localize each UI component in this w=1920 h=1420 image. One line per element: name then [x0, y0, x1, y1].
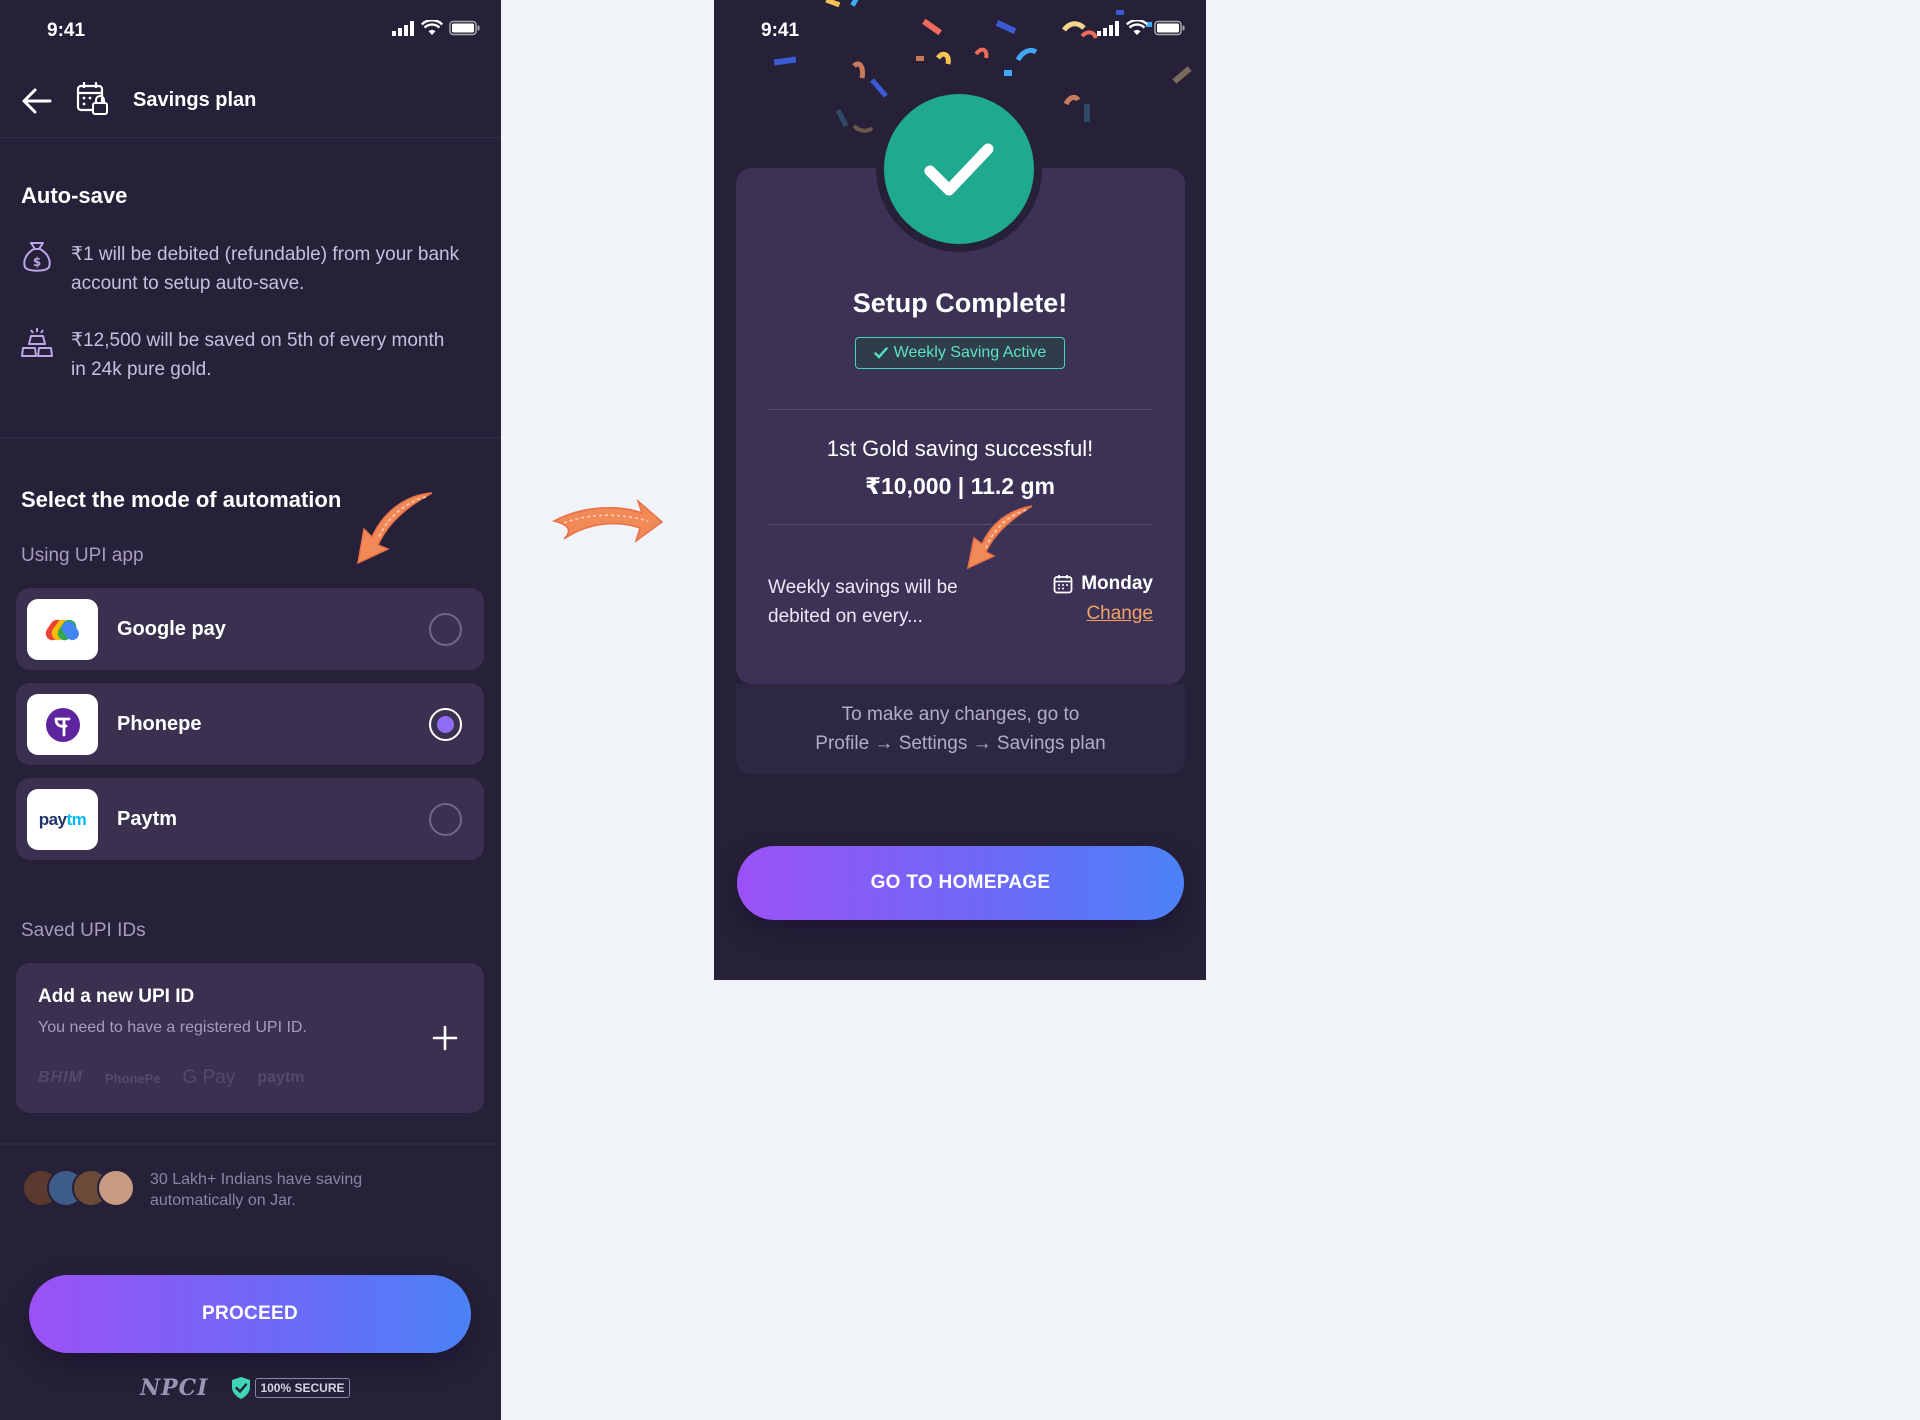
phonepe-faded-logo: PhonePe	[104, 1070, 161, 1086]
wifi-icon	[421, 20, 443, 35]
wifi-icon	[1126, 20, 1148, 35]
upi-provider-logos: BHIM PhonePe G Pay paytm	[38, 1067, 304, 1089]
calendar-icon	[1053, 575, 1073, 594]
add-upi-title: Add a new UPI ID	[38, 986, 195, 1007]
paytm-faded-logo: paytm	[257, 1069, 305, 1086]
day-line: Monday	[1053, 573, 1153, 595]
check-icon	[873, 347, 888, 359]
google-pay-icon	[45, 619, 79, 640]
upi-option-name: Google pay	[117, 618, 226, 640]
radio-button[interactable]	[429, 613, 462, 646]
paytm-logo: paytm	[27, 789, 98, 850]
shield-check-icon	[232, 1377, 251, 1399]
gpay-faded-logo: G Pay	[182, 1067, 236, 1088]
checkmark-icon	[924, 143, 994, 196]
avatar	[97, 1169, 135, 1207]
automation-mode-title: Select the mode of automation	[21, 487, 342, 512]
gold-bars-icon	[21, 328, 53, 357]
paytm-icon: paytm	[39, 810, 87, 830]
upi-option-name: Phonepe	[117, 713, 202, 735]
autosave-schedule-text: ₹12,500 will be saved on 5th of every mo…	[71, 330, 445, 380]
savings-day: Monday Change	[1053, 573, 1153, 625]
section-divider	[0, 437, 501, 439]
add-upi-card[interactable]: Add a new UPI ID You need to have a regi…	[16, 963, 484, 1113]
secure-text: 100% SECURE	[255, 1378, 350, 1398]
google-pay-logo	[27, 599, 98, 660]
change-day-link[interactable]: Change	[1086, 603, 1153, 625]
section-divider	[0, 1143, 501, 1145]
paytm-logo-tm: tm	[66, 809, 87, 829]
paytm-logo-pay: pay	[38, 809, 67, 829]
upi-app-label: Using UPI app	[21, 545, 144, 566]
signal-icon	[1097, 21, 1119, 36]
annotation-arrow-icon	[357, 492, 433, 565]
security-badges: NPCI 100% SECURE	[140, 1375, 350, 1401]
app-header: Savings plan	[0, 62, 501, 138]
proceed-button[interactable]: PROCEED	[29, 1275, 471, 1353]
annotation-arrow-icon	[966, 505, 1033, 570]
avatar-group	[22, 1169, 137, 1209]
calendar-lock-icon	[76, 82, 108, 115]
status-icons	[391, 20, 481, 36]
plus-icon[interactable]	[432, 1025, 458, 1051]
status-time: 9:41	[47, 20, 86, 41]
add-upi-subtitle: You need to have a registered UPI ID.	[38, 1019, 307, 1036]
phonepe-icon	[45, 707, 80, 742]
go-to-homepage-button[interactable]: GO TO HOMEPAGE	[737, 846, 1184, 920]
radio-button[interactable]	[429, 803, 462, 836]
secure-badge: 100% SECURE	[230, 1376, 350, 1400]
battery-icon	[449, 20, 480, 36]
card-divider	[768, 409, 1153, 410]
status-bar: 9:41	[0, 0, 501, 60]
back-arrow-icon[interactable]	[20, 84, 54, 118]
money-bag-icon: $	[23, 242, 51, 272]
savings-plan-screen: 9:41 Savings plan Auto-save $ ₹1 will be…	[0, 0, 501, 1420]
settings-hint-line1: To make any changes, go to	[841, 704, 1080, 725]
phonepe-logo	[27, 694, 98, 755]
upi-option-paytm[interactable]: paytm Paytm	[16, 778, 484, 860]
setup-complete-title: Setup Complete!	[852, 288, 1068, 318]
badge-text: Weekly Saving Active	[893, 344, 1047, 361]
autosave-debit-info: $ ₹1 will be debited (refundable) from y…	[21, 240, 461, 300]
battery-icon	[1154, 20, 1185, 36]
gold-amount: ₹10,000 | 11.2 gm	[865, 473, 1055, 499]
status-icons	[1096, 20, 1186, 36]
upi-option-phonepe[interactable]: Phonepe	[16, 683, 484, 765]
autosave-title: Auto-save	[21, 183, 128, 208]
settings-hint: To make any changes, go to Profile → Set…	[736, 684, 1185, 774]
weekly-saving-active-badge: Weekly Saving Active	[855, 337, 1065, 369]
status-time: 9:41	[761, 20, 800, 41]
signal-icon	[392, 21, 414, 36]
gold-success-text: 1st Gold saving successful!	[826, 436, 1094, 461]
autosave-schedule-info: ₹12,500 will be saved on 5th of every mo…	[21, 326, 461, 386]
upi-option-google-pay[interactable]: Google pay	[16, 588, 484, 670]
page-title: Savings plan	[133, 89, 257, 111]
upi-option-name: Paytm	[117, 808, 178, 830]
autosave-debit-text: ₹1 will be debited (refundable) from you…	[71, 244, 460, 294]
social-proof: 30 Lakh+ Indians have saving automatical…	[22, 1165, 482, 1215]
saved-upi-label: Saved UPI IDs	[21, 920, 146, 941]
social-proof-text: 30 Lakh+ Indians have saving automatical…	[150, 1171, 363, 1209]
weekly-savings-text: Weekly savings will be debited on every.…	[768, 577, 958, 627]
savings-day-value: Monday	[1081, 573, 1153, 594]
setup-complete-screen: 9:41 Setup Complete! Weekly Saving Activ…	[714, 0, 1206, 980]
flow-arrow-icon	[551, 498, 664, 543]
npci-logo: NPCI	[140, 1375, 209, 1401]
radio-button-selected[interactable]	[429, 708, 462, 741]
success-check-badge	[876, 86, 1042, 252]
svg-text:$: $	[33, 255, 41, 269]
bhim-logo: BHIM	[38, 1069, 83, 1086]
settings-hint-line2: Profile → Settings → Savings plan	[815, 733, 1106, 754]
